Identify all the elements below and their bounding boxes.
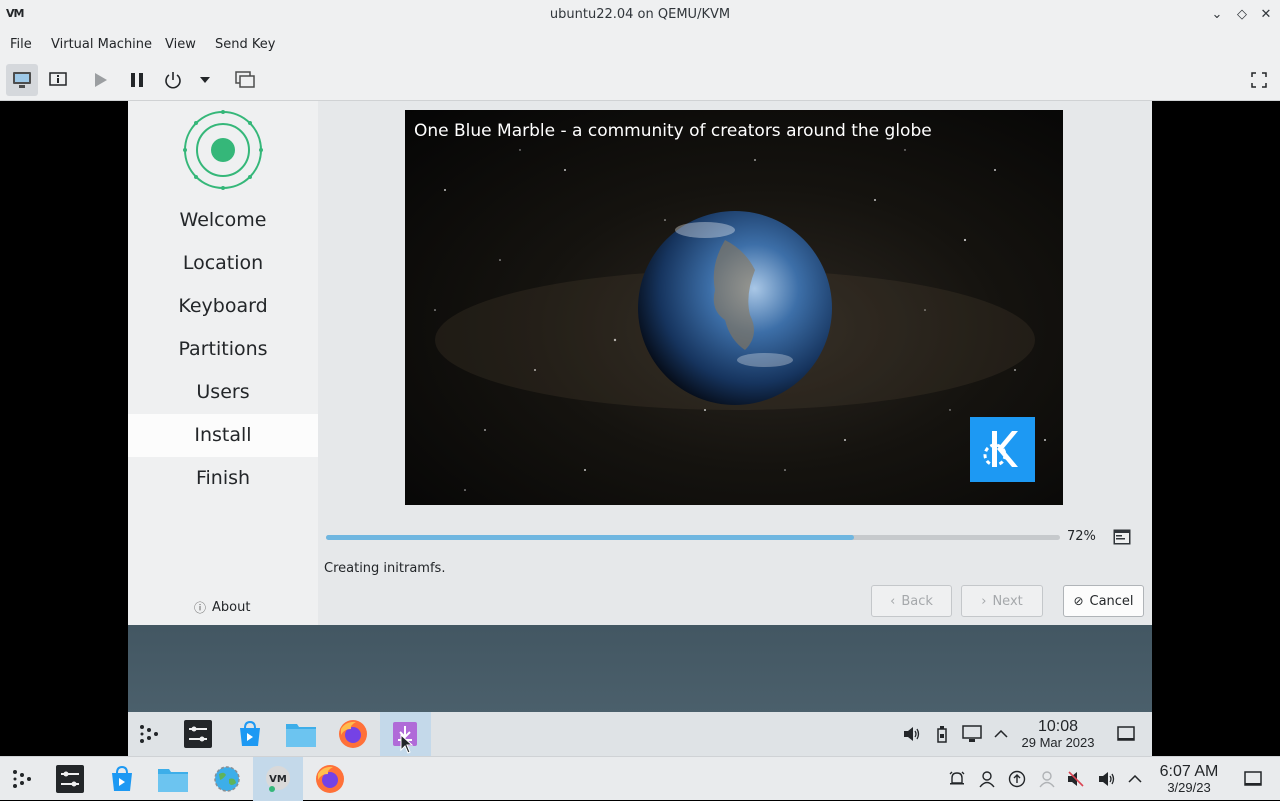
mouse-cursor-icon — [400, 734, 414, 754]
step-users: Users — [196, 381, 250, 403]
menu-virtual-machine[interactable]: Virtual Machine — [51, 37, 152, 52]
menu-send-key[interactable]: Send Key — [215, 37, 275, 52]
guest-clock[interactable]: 10:08 29 Mar 2023 — [1016, 718, 1100, 751]
play-icon[interactable] — [84, 64, 116, 96]
step-install: Install — [128, 414, 318, 457]
step-location: Location — [182, 252, 264, 274]
close-button[interactable]: ✕ — [1256, 5, 1276, 25]
minimize-button[interactable]: ⌄ — [1207, 5, 1227, 25]
toolbar — [0, 58, 1280, 101]
host-browser-globe-icon[interactable] — [209, 761, 245, 797]
back-label: Back — [901, 593, 933, 609]
host-virt-manager-task[interactable]: VM — [253, 757, 303, 801]
info-icon: ⓘ — [194, 601, 207, 615]
calamares-logo-icon — [183, 110, 263, 190]
host-discover-icon[interactable] — [104, 761, 140, 797]
next-button[interactable]: › Next — [961, 585, 1043, 617]
guest-show-desktop-icon[interactable] — [1108, 716, 1144, 752]
details-icon[interactable] — [42, 64, 74, 96]
svg-text:VM: VM — [269, 774, 287, 785]
host-clock[interactable]: 6:07 AM 3/29/23 — [1148, 763, 1230, 795]
guest-tray-expand-icon[interactable] — [983, 716, 1019, 752]
guest-firefox-icon[interactable] — [335, 716, 371, 752]
menu-view[interactable]: View — [165, 37, 196, 52]
guest-clock-date: 29 Mar 2023 — [1021, 735, 1095, 750]
step-finish: Finish — [195, 467, 251, 489]
installer-sidebar: Welcome Location Keyboard Partitions Use… — [128, 101, 318, 625]
guest-app-launcher-icon[interactable] — [131, 716, 167, 752]
slide-caption: One Blue Marble - a community of creator… — [414, 121, 932, 141]
progress-percent: 72% — [1067, 529, 1096, 544]
maximize-button[interactable]: ◇ — [1232, 5, 1252, 25]
guest-settings-icon[interactable] — [180, 716, 216, 752]
guest-discover-icon[interactable] — [232, 716, 268, 752]
menu-bar: File Virtual Machine View Send Key — [0, 30, 1280, 58]
next-label: Next — [992, 593, 1023, 609]
window-title: ubuntu22.04 on QEMU/KVM — [549, 7, 731, 22]
step-keyboard: Keyboard — [178, 295, 268, 317]
cancel-button[interactable]: ⊘ Cancel — [1063, 585, 1144, 617]
cancel-label: Cancel — [1089, 593, 1134, 609]
chevron-left-icon: ‹ — [890, 593, 896, 609]
starfield — [434, 149, 1046, 491]
title-bar: VM ubuntu22.04 on QEMU/KVM ⌄ ◇ ✕ — [0, 0, 1280, 30]
progress-fill — [326, 535, 855, 540]
guest-files-icon[interactable] — [283, 716, 319, 752]
snapshots-icon[interactable] — [229, 64, 261, 96]
host-clock-time: 6:07 AM — [1159, 763, 1219, 780]
chevron-right-icon: › — [981, 593, 987, 609]
log-toggle-icon[interactable] — [1112, 527, 1132, 547]
about-button[interactable]: ⓘ About — [194, 599, 250, 616]
pause-icon[interactable] — [121, 64, 153, 96]
host-app-launcher-icon[interactable] — [4, 761, 40, 797]
host-taskbar: VM 6:07 AM 3/29/23 — [0, 756, 1280, 801]
host-firefox-icon[interactable] — [312, 761, 348, 797]
menu-file[interactable]: File — [10, 37, 32, 52]
fullscreen-icon[interactable] — [1243, 64, 1275, 96]
progress-bar — [326, 535, 1060, 540]
back-button[interactable]: ‹ Back — [871, 585, 952, 617]
about-label: About — [212, 600, 251, 615]
host-files-icon[interactable] — [155, 761, 191, 797]
guest-clock-time: 10:08 — [1037, 718, 1079, 735]
host-virt-manager-icon: VM — [260, 761, 296, 797]
host-settings-icon[interactable] — [52, 761, 88, 797]
status-text: Creating initramfs. — [324, 561, 446, 576]
step-partitions: Partitions — [178, 338, 268, 360]
power-icon[interactable] — [157, 64, 189, 96]
dropdown-icon[interactable] — [189, 64, 221, 96]
monitor-icon[interactable] — [6, 64, 38, 96]
slideshow: One Blue Marble - a community of creator… — [405, 110, 1063, 505]
host-show-desktop-icon[interactable] — [1235, 761, 1271, 797]
step-welcome: Welcome — [179, 209, 267, 231]
kde-logo-icon — [970, 417, 1035, 482]
guest-taskbar: 10:08 29 Mar 2023 — [128, 712, 1152, 756]
cancel-icon: ⊘ — [1073, 594, 1084, 608]
host-clock-date: 3/29/23 — [1167, 780, 1211, 795]
